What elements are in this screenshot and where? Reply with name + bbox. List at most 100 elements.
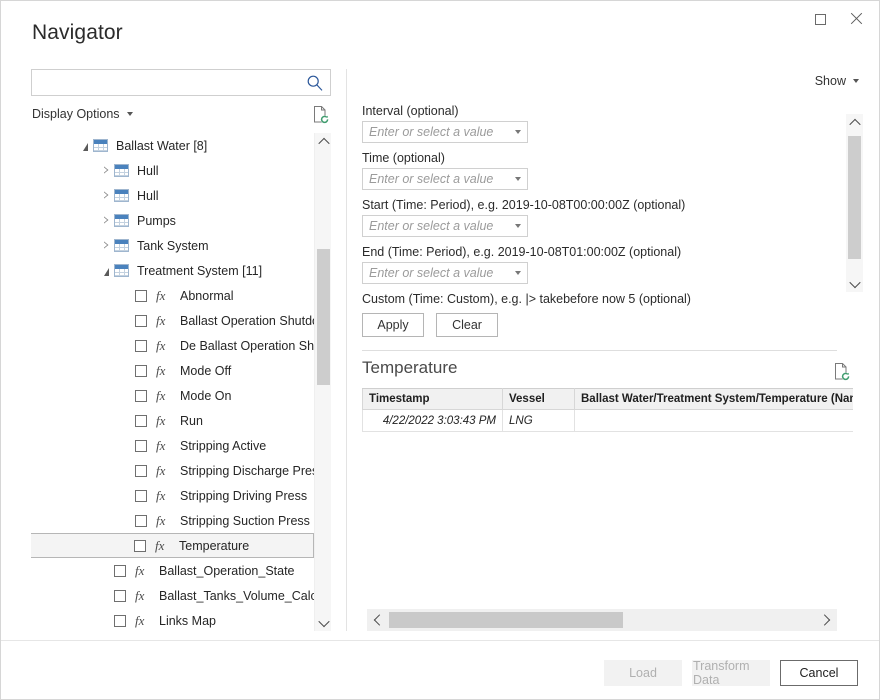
table-column-header[interactable]: Timestamp: [363, 389, 503, 410]
param-combobox-0[interactable]: Enter or select a value: [362, 121, 528, 143]
search-input[interactable]: [32, 70, 330, 95]
params-scroll-up-button[interactable]: [846, 114, 863, 131]
param-dropdown-arrow-3[interactable]: [509, 263, 527, 283]
clear-button[interactable]: Clear: [436, 313, 498, 337]
tree-item-ballast-water-8[interactable]: Ballast Water [8]: [31, 133, 314, 158]
hscroll-track[interactable]: [389, 609, 815, 631]
param-dropdown-arrow-0[interactable]: [509, 122, 527, 142]
function-icon: fx: [135, 588, 151, 604]
tree-item-mode-off[interactable]: fxMode Off: [31, 358, 314, 383]
tree-item-checkbox[interactable]: [135, 390, 147, 402]
table-body: 4/22/2022 3:03:43 PMLNG0.2474039: [363, 410, 854, 432]
tree-vertical-scrollbar[interactable]: [314, 133, 331, 631]
param-dropdown-arrow-2[interactable]: [509, 216, 527, 236]
param-combobox-1[interactable]: Enter or select a value: [362, 168, 528, 190]
tree-item-checkbox[interactable]: [135, 290, 147, 302]
cancel-button[interactable]: Cancel: [780, 660, 858, 686]
tree-item-checkbox[interactable]: [135, 490, 147, 502]
tree-item-stripping-suction-press[interactable]: fxStripping Suction Press: [31, 508, 314, 533]
tree-item-mode-on[interactable]: fxMode On: [31, 383, 314, 408]
tree-item-checkbox[interactable]: [114, 615, 126, 627]
preview-horizontal-scrollbar[interactable]: [367, 609, 837, 631]
table-column-header[interactable]: Vessel: [503, 389, 575, 410]
tree-item-tank-system[interactable]: Tank System: [31, 233, 314, 258]
triangle-collapsed-icon: [104, 167, 109, 175]
tree-item-checkbox[interactable]: [114, 590, 126, 602]
tree-scroll-up-button[interactable]: [315, 133, 331, 150]
param-input-0[interactable]: Enter or select a value: [363, 125, 509, 139]
collapse-toggle[interactable]: [77, 142, 93, 150]
transform-data-button[interactable]: Transform Data: [692, 660, 770, 686]
tree-item-checkbox[interactable]: [114, 565, 126, 577]
expand-toggle[interactable]: [98, 242, 114, 250]
tree-scroll-down-button[interactable]: [315, 614, 331, 631]
document-refresh-icon[interactable]: [311, 105, 331, 125]
tree-item-label: Treatment System [11]: [137, 264, 262, 278]
close-button[interactable]: [839, 5, 873, 33]
table-row[interactable]: 4/22/2022 3:03:43 PMLNG0.2474039: [363, 410, 854, 432]
tree-item-ballast-operation-state[interactable]: fx Ballast_Operation_State: [31, 558, 314, 583]
tree-item-checkbox[interactable]: [135, 315, 147, 327]
tree-item-stripping-discharge-press[interactable]: fxStripping Discharge Press: [31, 458, 314, 483]
tree-item-run[interactable]: fxRun: [31, 408, 314, 433]
function-icon: fx: [156, 438, 172, 454]
tree-item-pumps[interactable]: Pumps: [31, 208, 314, 233]
tree-item-temperature[interactable]: fxTemperature: [31, 533, 314, 558]
tree-item-label: Hull: [137, 189, 159, 203]
tree-item-abnormal[interactable]: fxAbnormal: [31, 283, 314, 308]
tree-scrollbar-thumb[interactable]: [317, 249, 330, 385]
tree-item-checkbox[interactable]: [135, 465, 147, 477]
function-icon: fx: [135, 563, 151, 579]
tree-item-ballast-operation-shutdown[interactable]: fxBallast Operation Shutdown: [31, 308, 314, 333]
expand-toggle[interactable]: [98, 217, 114, 225]
param-input-1[interactable]: Enter or select a value: [363, 172, 509, 186]
tree-item-de-ballast-operation-shutdown[interactable]: fxDe Ballast Operation Shutdown: [31, 333, 314, 358]
preview-refresh-icon[interactable]: [832, 362, 852, 382]
table-cell: 4/22/2022 3:03:43 PM: [363, 410, 503, 432]
search-icon[interactable]: [306, 74, 324, 92]
triangle-expanded-icon: [104, 268, 109, 276]
params-scroll-down-button[interactable]: [846, 275, 863, 292]
scroll-right-button[interactable]: [815, 609, 837, 631]
preview-grid[interactable]: TimestampVesselBallast Water/Treatment S…: [362, 388, 853, 433]
tree-item-links-map[interactable]: fxLinks Map: [31, 608, 314, 631]
param-combobox-3[interactable]: Enter or select a value: [362, 262, 528, 284]
tree-item-stripping-driving-press[interactable]: fxStripping Driving Press: [31, 483, 314, 508]
tree-item-checkbox[interactable]: [135, 365, 147, 377]
search-box[interactable]: [31, 69, 331, 96]
chevron-down-icon: [853, 79, 859, 83]
display-options-button[interactable]: Display Options: [32, 107, 133, 121]
table-column-header[interactable]: Ballast Water/Treatment System/Temperatu…: [575, 389, 854, 410]
param-dropdown-arrow-1[interactable]: [509, 169, 527, 189]
tree-item-stripping-active[interactable]: fxStripping Active: [31, 433, 314, 458]
load-button[interactable]: Load: [604, 660, 682, 686]
navigator-tree[interactable]: Ballast Water [8]HullHullPumpsTank Syste…: [31, 133, 314, 631]
tree-container: Ballast Water [8]HullHullPumpsTank Syste…: [31, 133, 331, 631]
tree-item-checkbox[interactable]: [134, 540, 146, 552]
tree-item-treatment-system-11[interactable]: Treatment System [11]: [31, 258, 314, 283]
apply-button[interactable]: Apply: [362, 313, 424, 337]
show-dropdown[interactable]: Show: [815, 74, 859, 88]
hscrollbar-thumb[interactable]: [389, 612, 623, 628]
tree-item-ballast-tanks-volume-calc[interactable]: fxBallast_Tanks_Volume_Calc: [31, 583, 314, 608]
param-input-2[interactable]: Enter or select a value: [363, 219, 509, 233]
tree-item-hull[interactable]: Hull: [31, 158, 314, 183]
chevron-down-icon: [849, 276, 860, 287]
tree-item-checkbox[interactable]: [135, 415, 147, 427]
tree-item-checkbox[interactable]: [135, 340, 147, 352]
param-input-3[interactable]: Enter or select a value: [363, 266, 509, 280]
collapse-toggle[interactable]: [98, 267, 114, 275]
tree-item-hull[interactable]: Hull: [31, 183, 314, 208]
param-combobox-2[interactable]: Enter or select a value: [362, 215, 528, 237]
scroll-left-button[interactable]: [367, 609, 389, 631]
expand-toggle[interactable]: [98, 167, 114, 175]
tree-item-label: Ballast_Operation_State: [159, 564, 295, 578]
parameters-vertical-scrollbar[interactable]: [846, 114, 863, 292]
maximize-button[interactable]: [803, 5, 837, 33]
expand-toggle[interactable]: [98, 192, 114, 200]
tree-item-checkbox[interactable]: [135, 440, 147, 452]
function-icon: fx: [135, 613, 151, 629]
params-scrollbar-thumb[interactable]: [848, 136, 861, 259]
tree-item-checkbox[interactable]: [135, 515, 147, 527]
chevron-up-icon: [318, 137, 329, 148]
